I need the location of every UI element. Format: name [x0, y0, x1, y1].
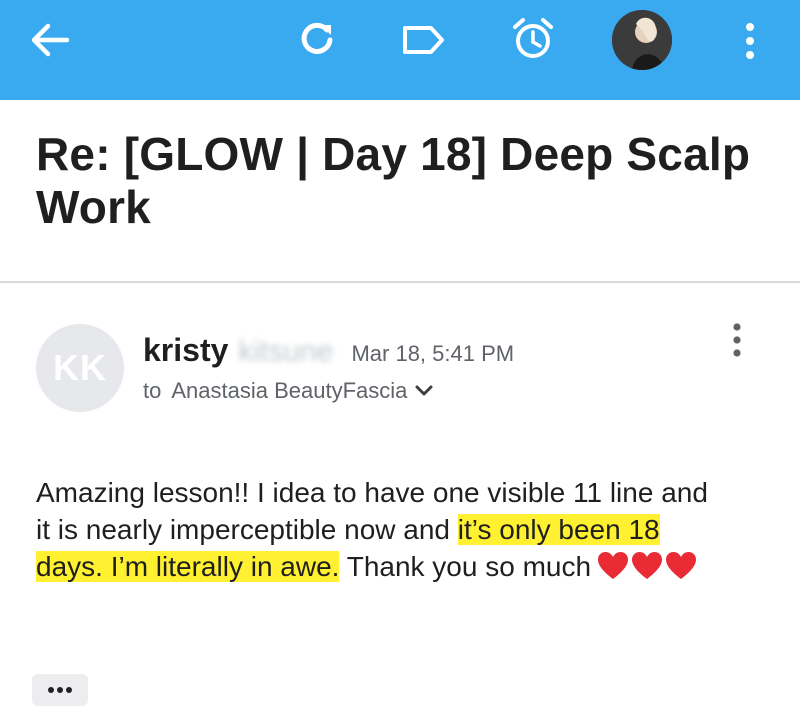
- recipient-details-toggle[interactable]: to Anastasia BeautyFascia: [143, 378, 433, 404]
- more-vert-icon[interactable]: [734, 16, 766, 66]
- recipient-prefix: to: [143, 378, 162, 403]
- sender-avatar[interactable]: KK: [36, 324, 124, 412]
- sender-line: kristy kitsune Mar 18, 5:41 PM: [143, 332, 514, 369]
- show-trimmed-content-button[interactable]: [32, 674, 88, 706]
- back-arrow-icon[interactable]: [28, 18, 72, 62]
- sent-date: Mar 18, 5:41 PM: [351, 341, 515, 366]
- ellipsis-icon: [48, 687, 72, 693]
- alarm-clock-icon[interactable]: [508, 14, 558, 64]
- sender-last-name-blurred: kitsune: [238, 335, 334, 368]
- label-icon[interactable]: [398, 18, 448, 62]
- divider: [0, 281, 800, 283]
- heart-icon: [598, 552, 629, 579]
- refresh-icon[interactable]: [294, 16, 340, 62]
- message-body: Amazing lesson!! I idea to have one visi…: [36, 474, 726, 585]
- message-more-icon[interactable]: [725, 320, 749, 360]
- heart-icon: [666, 552, 697, 579]
- heart-icon: [632, 552, 663, 579]
- email-subject: Re: [GLOW | Day 18] Deep Scalp Work: [36, 128, 751, 233]
- body-text-part2: Thank you so much: [339, 551, 592, 582]
- chevron-down-icon[interactable]: [415, 385, 433, 397]
- hearts-emoji: [597, 551, 697, 581]
- account-avatar[interactable]: [612, 10, 672, 70]
- top-app-bar: [0, 0, 800, 100]
- recipient-name: Anastasia BeautyFascia: [171, 378, 408, 403]
- sender-name: kristy: [143, 332, 229, 368]
